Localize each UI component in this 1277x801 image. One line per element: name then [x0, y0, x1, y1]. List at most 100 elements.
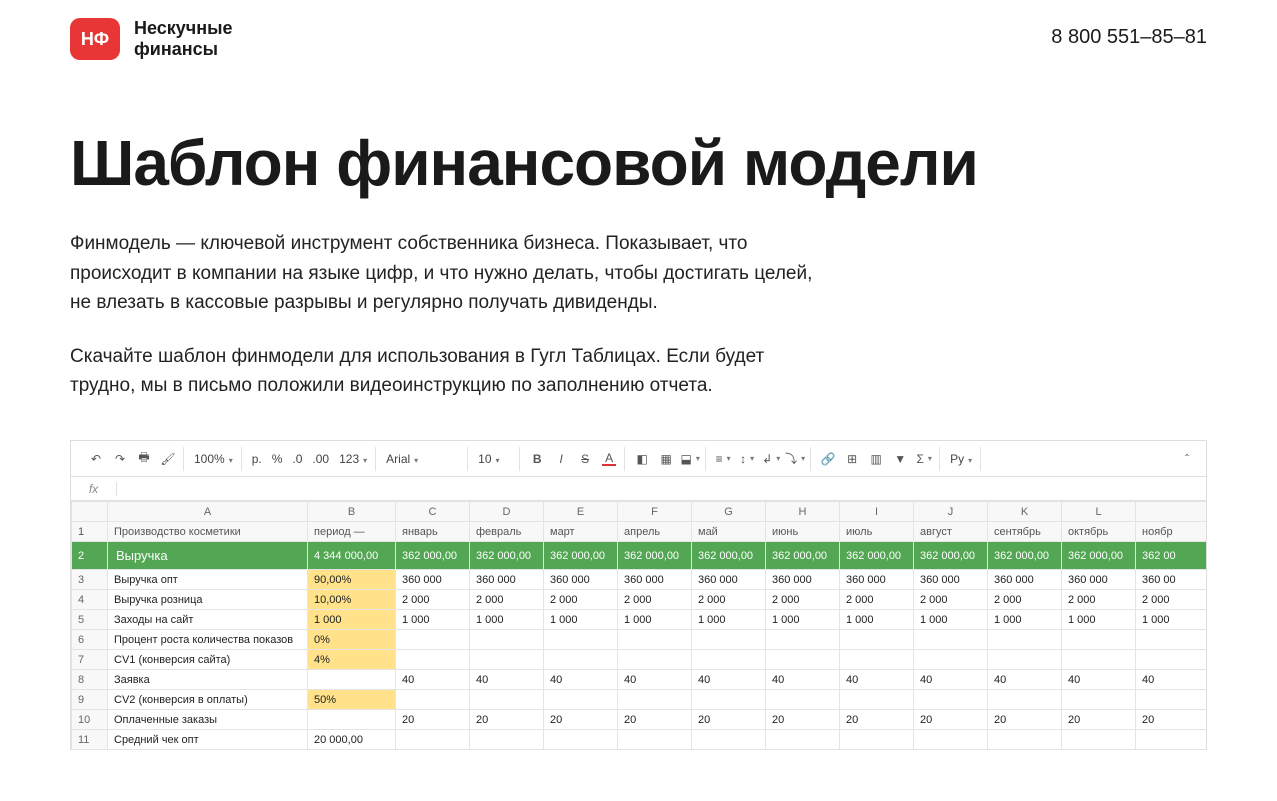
column-header[interactable]: L	[1062, 502, 1136, 522]
increase-decimal-button[interactable]: .00	[312, 452, 329, 466]
column-header[interactable]: C	[396, 502, 470, 522]
cell[interactable]	[396, 650, 470, 670]
text-rotation-icon[interactable]: ⤵	[788, 452, 802, 466]
text-color-icon[interactable]: A	[602, 452, 616, 466]
cell[interactable]: 362 000,00	[988, 542, 1062, 570]
cell[interactable]: 0%	[308, 630, 396, 650]
cell[interactable]	[840, 650, 914, 670]
cell[interactable]: 360 000	[692, 570, 766, 590]
cell[interactable]	[396, 630, 470, 650]
column-header[interactable]: A	[108, 502, 308, 522]
cell[interactable]: 1 000	[1136, 610, 1208, 630]
column-header[interactable]: J	[914, 502, 988, 522]
cell[interactable]: 362 000,00	[840, 542, 914, 570]
cell[interactable]	[840, 730, 914, 750]
row-number[interactable]: 9	[72, 690, 108, 710]
cell[interactable]: Процент роста количества показов	[108, 630, 308, 650]
print-icon[interactable]: 🖶	[137, 452, 151, 466]
zoom-dropdown[interactable]: 100%	[194, 452, 233, 466]
cell[interactable]: 40	[544, 670, 618, 690]
cell[interactable]: 4 344 000,00	[308, 542, 396, 570]
cell[interactable]: август	[914, 522, 988, 542]
font-dropdown[interactable]: Arial	[386, 452, 418, 466]
corner-cell[interactable]	[72, 502, 108, 522]
column-header[interactable]	[1136, 502, 1208, 522]
cell[interactable]: 20	[396, 710, 470, 730]
cell[interactable]: 362 00	[1136, 542, 1208, 570]
strikethrough-icon[interactable]: S	[578, 452, 592, 466]
cell[interactable]: 362 000,00	[618, 542, 692, 570]
row-number[interactable]: 3	[72, 570, 108, 590]
fill-color-icon[interactable]: ◧	[635, 452, 649, 466]
cell[interactable]	[1062, 690, 1136, 710]
logo[interactable]: НФ Нескучные финансы	[70, 18, 233, 60]
column-header[interactable]: I	[840, 502, 914, 522]
cell[interactable]: 1 000	[766, 610, 840, 630]
cell[interactable]: 2 000	[470, 590, 544, 610]
cell[interactable]: 360 000	[914, 570, 988, 590]
cell[interactable]: 360 000	[766, 570, 840, 590]
cell[interactable]: 20	[766, 710, 840, 730]
italic-icon[interactable]: I	[554, 452, 568, 466]
cell[interactable]	[1136, 730, 1208, 750]
undo-icon[interactable]: ↶	[89, 452, 103, 466]
row-number[interactable]: 10	[72, 710, 108, 730]
cell[interactable]: 362 000,00	[914, 542, 988, 570]
row-number[interactable]: 11	[72, 730, 108, 750]
cell[interactable]: 40	[470, 670, 544, 690]
cell[interactable]: ноябр	[1136, 522, 1208, 542]
column-header[interactable]: B	[308, 502, 396, 522]
cell[interactable]	[1136, 630, 1208, 650]
cell[interactable]	[914, 630, 988, 650]
cell[interactable]	[618, 690, 692, 710]
cell[interactable]: январь	[396, 522, 470, 542]
cell[interactable]	[544, 690, 618, 710]
cell[interactable]: 2 000	[988, 590, 1062, 610]
insert-comment-icon[interactable]: ⊞	[845, 452, 859, 466]
cell[interactable]: Оплаченные заказы	[108, 710, 308, 730]
cell[interactable]	[914, 650, 988, 670]
cell[interactable]	[1136, 690, 1208, 710]
cell[interactable]: 20	[914, 710, 988, 730]
cell[interactable]: CV2 (конверсия в оплаты)	[108, 690, 308, 710]
cell[interactable]: апрель	[618, 522, 692, 542]
paint-format-icon[interactable]: 🖌	[161, 452, 175, 466]
borders-icon[interactable]: ▦	[659, 452, 673, 466]
insert-link-icon[interactable]: 🔗	[821, 452, 835, 466]
cell[interactable]: 1 000	[308, 610, 396, 630]
cell[interactable]	[766, 690, 840, 710]
text-wrap-icon[interactable]: ↲	[764, 452, 778, 466]
cell[interactable]	[396, 690, 470, 710]
cell[interactable]: 2 000	[1136, 590, 1208, 610]
cell[interactable]: март	[544, 522, 618, 542]
cell[interactable]: 40	[988, 670, 1062, 690]
number-format-dropdown[interactable]: 123	[339, 452, 367, 466]
cell[interactable]: 2 000	[1062, 590, 1136, 610]
cell[interactable]	[544, 630, 618, 650]
cell[interactable]: 2 000	[692, 590, 766, 610]
cell[interactable]: 360 000	[840, 570, 914, 590]
cell[interactable]: 40	[840, 670, 914, 690]
cell[interactable]	[988, 690, 1062, 710]
cell[interactable]	[988, 630, 1062, 650]
decrease-decimal-button[interactable]: .0	[292, 452, 302, 466]
cell[interactable]: май	[692, 522, 766, 542]
cell[interactable]: июль	[840, 522, 914, 542]
cell[interactable]	[766, 650, 840, 670]
cell[interactable]: 360 000	[396, 570, 470, 590]
cell[interactable]: 4%	[308, 650, 396, 670]
cell[interactable]: 20	[1136, 710, 1208, 730]
cell[interactable]: сентябрь	[988, 522, 1062, 542]
cell[interactable]: июнь	[766, 522, 840, 542]
column-header[interactable]: E	[544, 502, 618, 522]
cell[interactable]: 360 000	[988, 570, 1062, 590]
cell[interactable]	[766, 730, 840, 750]
cell[interactable]: 20	[618, 710, 692, 730]
cell[interactable]: 360 00	[1136, 570, 1208, 590]
cell[interactable]	[618, 630, 692, 650]
row-number[interactable]: 6	[72, 630, 108, 650]
cell[interactable]	[914, 690, 988, 710]
cell[interactable]: Выручка опт	[108, 570, 308, 590]
bold-icon[interactable]: B	[530, 452, 544, 466]
cell[interactable]	[1062, 630, 1136, 650]
